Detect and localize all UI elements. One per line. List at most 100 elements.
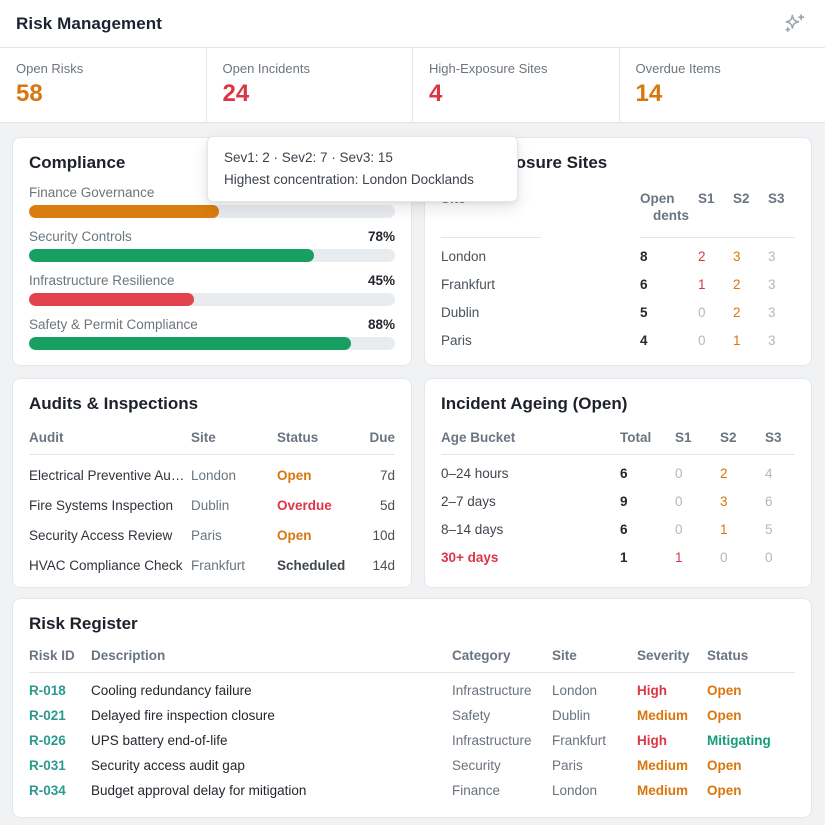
- kpi-open-incidents[interactable]: Open Incidents 24: [207, 48, 414, 122]
- severity-badge: Medium: [637, 707, 707, 724]
- table-row: R-034 Budget approval delay for mitigati…: [29, 778, 795, 803]
- col-site: Site: [191, 429, 277, 446]
- col-s1: S1: [675, 429, 720, 446]
- col-open-incidents: Opendents: [640, 190, 698, 224]
- compliance-metric-security: Security Controls 78%: [29, 228, 395, 262]
- col-status: Status: [707, 647, 795, 664]
- col-s1: S1: [698, 190, 733, 207]
- table-row: Dublin 5 0 2 3: [441, 298, 795, 326]
- risk-id-link[interactable]: R-031: [29, 757, 91, 774]
- metric-label: Safety & Permit Compliance: [29, 316, 198, 333]
- compliance-metric-safety: Safety & Permit Compliance 88%: [29, 316, 395, 350]
- col-s3: S3: [768, 190, 795, 207]
- col-s2: S2: [720, 429, 765, 446]
- audits-inspections-card: Audits & Inspections Audit Site Status D…: [12, 378, 412, 588]
- progress-track: [29, 337, 395, 350]
- kpi-label: Overdue Items: [636, 61, 810, 76]
- status-badge: Mitigating: [707, 732, 795, 749]
- progress-track: [29, 205, 395, 218]
- status-badge: Overdue: [277, 497, 359, 514]
- progress-fill: [29, 337, 351, 350]
- table-row: Frankfurt 6 1 2 3: [441, 270, 795, 298]
- metric-label: Infrastructure Resilience: [29, 272, 175, 289]
- card-title-audits: Audits & Inspections: [29, 393, 395, 415]
- severity-badge: High: [637, 732, 707, 749]
- col-audit: Audit: [29, 429, 191, 446]
- risk-id-link[interactable]: R-021: [29, 707, 91, 724]
- table-row: London 8 2 3 3: [441, 242, 795, 270]
- tooltip-severity-line: Sev1: 2 · Sev2: 7 · Sev3: 15: [224, 148, 501, 168]
- table-row: HVAC Compliance Check Frankfurt Schedule…: [29, 550, 395, 580]
- table-row: 0–24 hours 6 0 2 4: [441, 459, 795, 487]
- kpi-label: High-Exposure Sites: [429, 61, 603, 76]
- table-row: 8–14 days 6 0 1 5: [441, 515, 795, 543]
- col-total: Total: [620, 429, 675, 446]
- progress-track: [29, 249, 395, 262]
- status-badge: Scheduled: [277, 557, 359, 574]
- card-title-register: Risk Register: [29, 613, 795, 635]
- card-title-ageing: Incident Ageing (Open): [441, 393, 795, 415]
- table-row: Security Access Review Paris Open 10d: [29, 520, 395, 550]
- tooltip-concentration-line: Highest concentration: London Docklands: [224, 170, 501, 190]
- metric-label: Finance Governance: [29, 184, 154, 201]
- kpi-strip: Open Risks 58 Open Incidents 24 High-Exp…: [0, 48, 825, 123]
- status-badge: Open: [707, 782, 795, 799]
- kpi-value: 4: [429, 81, 603, 107]
- ageing-table-header: Age Bucket Total S1 S2 S3: [441, 429, 795, 446]
- metric-percent: 78%: [368, 228, 395, 245]
- status-badge: Open: [277, 527, 359, 544]
- table-row: 30+ days 1 1 0 0: [441, 543, 795, 571]
- table-row: R-026 UPS battery end-of-life Infrastruc…: [29, 728, 795, 753]
- table-row: Paris 4 0 1 3: [441, 326, 795, 354]
- status-badge: Open: [707, 757, 795, 774]
- table-row: R-031 Security access audit gap Security…: [29, 753, 795, 778]
- col-due: Due: [359, 429, 395, 446]
- col-status: Status: [277, 429, 359, 446]
- register-table-header: Risk ID Description Category Site Severi…: [29, 647, 795, 664]
- header-divider: [29, 454, 395, 455]
- progress-fill: [29, 249, 314, 262]
- metric-percent: 88%: [368, 316, 395, 333]
- incident-ageing-card: Incident Ageing (Open) Age Bucket Total …: [424, 378, 812, 588]
- metric-percent: 45%: [368, 272, 395, 289]
- kpi-open-risks[interactable]: Open Risks 58: [0, 48, 207, 122]
- register-rows: R-018 Cooling redundancy failure Infrast…: [29, 678, 795, 803]
- compliance-metric-infrastructure: Infrastructure Resilience 45%: [29, 272, 395, 306]
- audits-table-header: Audit Site Status Due: [29, 429, 395, 446]
- header-divider: [441, 454, 795, 455]
- table-row: Fire Systems Inspection Dublin Overdue 5…: [29, 490, 395, 520]
- severity-tooltip: Sev1: 2 · Sev2: 7 · Sev3: 15 Highest con…: [207, 136, 518, 202]
- col-severity: Severity: [637, 647, 707, 664]
- risk-id-link[interactable]: R-034: [29, 782, 91, 799]
- page-title: Risk Management: [16, 14, 162, 34]
- col-s3: S3: [765, 429, 795, 446]
- table-row: Electrical Preventive Au… London Open 7d: [29, 460, 395, 490]
- severity-badge: Medium: [637, 757, 707, 774]
- status-badge: Open: [707, 682, 795, 699]
- progress-track: [29, 293, 395, 306]
- severity-badge: Medium: [637, 782, 707, 799]
- kpi-overdue-items[interactable]: Overdue Items 14: [620, 48, 825, 122]
- ai-sparkle-button[interactable]: [781, 11, 807, 37]
- status-badge: Open: [277, 467, 359, 484]
- kpi-value: 24: [223, 81, 397, 107]
- col-site: Site: [552, 647, 637, 664]
- col-category: Category: [452, 647, 552, 664]
- metric-label: Security Controls: [29, 228, 132, 245]
- risk-id-link[interactable]: R-026: [29, 732, 91, 749]
- row-middle: Audits & Inspections Audit Site Status D…: [12, 378, 812, 588]
- header-divider: [29, 672, 795, 673]
- kpi-high-exposure-sites[interactable]: High-Exposure Sites 4: [413, 48, 620, 122]
- app-header: Risk Management: [0, 0, 825, 48]
- audits-rows: Electrical Preventive Au… London Open 7d…: [29, 460, 395, 580]
- status-badge: Open: [707, 707, 795, 724]
- risk-id-link[interactable]: R-018: [29, 682, 91, 699]
- dashboard-body: Compliance Finance Governance Security C…: [0, 123, 825, 818]
- kpi-value: 58: [16, 81, 190, 107]
- col-s2: S2: [733, 190, 768, 207]
- kpi-label: Open Incidents: [223, 61, 397, 76]
- col-description: Description: [91, 647, 452, 664]
- sparkle-icon: [781, 11, 807, 37]
- progress-fill: [29, 293, 194, 306]
- ageing-rows: 0–24 hours 6 0 2 4 2–7 days 9 0 3 6: [441, 459, 795, 571]
